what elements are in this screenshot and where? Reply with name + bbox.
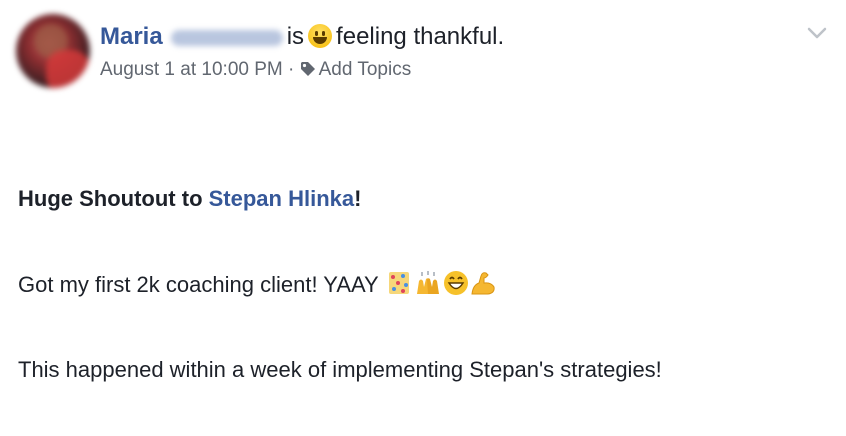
body-line-shoutout: Huge Shoutout to Stepan Hlinka! xyxy=(18,184,361,214)
post-timestamp[interactable]: August 1 at 10:00 PM xyxy=(100,59,283,80)
avatar[interactable] xyxy=(16,14,90,88)
post-meta: August 1 at 10:00 PM · Add Topics xyxy=(100,58,411,82)
grinning-face-icon xyxy=(443,271,468,295)
body-line-client: Got my first 2k coaching client! YAAY xyxy=(18,270,497,304)
blurred-surname[interactable] xyxy=(170,30,283,46)
status-verb: is xyxy=(286,23,305,50)
facebook-post: Maria is feeling thankful. August 1 at 10:… xyxy=(0,0,846,436)
raising-hands-icon xyxy=(416,271,439,294)
feeling-text[interactable]: feeling thankful. xyxy=(336,23,504,50)
meta-separator: · xyxy=(288,59,295,80)
party-popper-icon xyxy=(388,272,409,294)
smiley-face-icon xyxy=(308,24,333,48)
client-text: Got my first 2k coaching client! YAAY xyxy=(18,272,379,297)
mention-link[interactable]: Stepan Hlinka xyxy=(209,186,354,211)
avatar-shade xyxy=(46,50,90,88)
post-header: Maria is feeling thankful. August 1 at 10:… xyxy=(16,12,830,96)
add-topics-link[interactable]: Add Topics xyxy=(300,59,412,80)
author-line: Maria is feeling thankful. xyxy=(100,22,504,52)
author-name-link[interactable]: Maria xyxy=(100,23,163,50)
chevron-down-icon[interactable] xyxy=(806,26,828,40)
shoutout-prefix: Huge Shoutout to xyxy=(18,186,209,211)
shoutout-suffix: ! xyxy=(354,186,362,211)
body-line-strategies: This happened within a week of implement… xyxy=(18,357,662,382)
tag-icon xyxy=(300,62,315,76)
emoji-row xyxy=(385,270,497,304)
add-topics-label: Add Topics xyxy=(318,59,412,80)
flexed-biceps-icon xyxy=(471,272,495,295)
